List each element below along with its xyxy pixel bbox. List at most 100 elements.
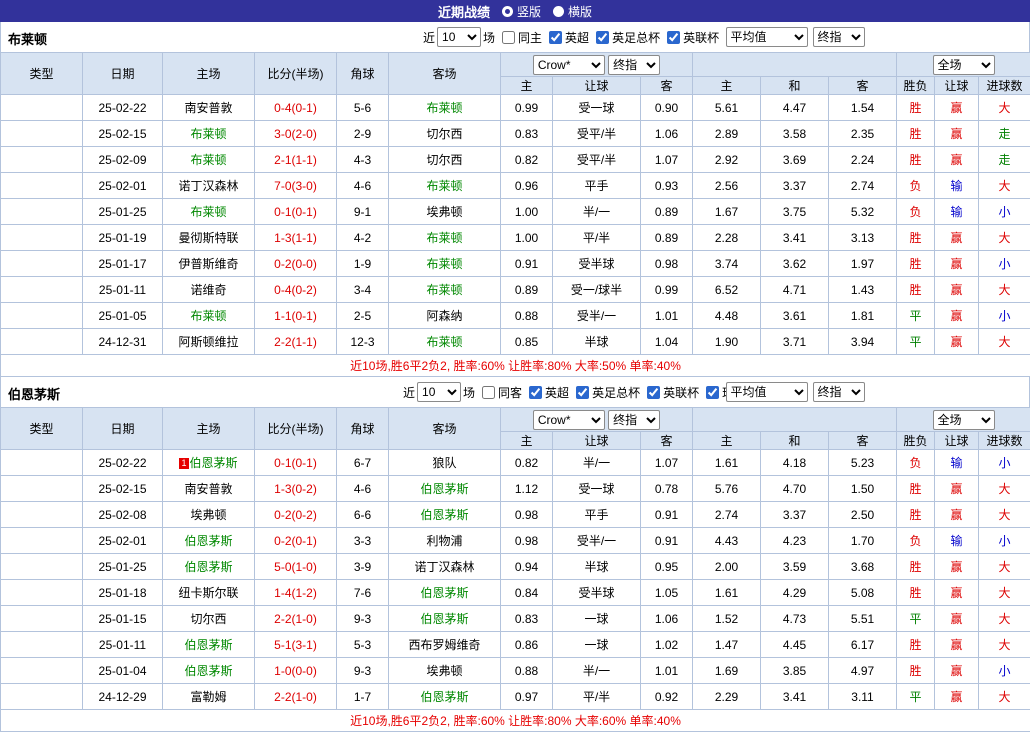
- result-wdl: 负: [896, 198, 936, 225]
- view-option-vertical[interactable]: 竖版: [501, 3, 541, 20]
- crown-home-odds: 0.98: [500, 501, 553, 528]
- average-index-select[interactable]: 终指: [812, 27, 865, 47]
- average-index-select[interactable]: 终指: [812, 382, 865, 402]
- crown-away-odds: 1.05: [640, 579, 693, 606]
- result-wdl: 胜: [896, 501, 936, 528]
- home-team: 切尔西: [162, 605, 255, 632]
- sub-home-odds: 主: [500, 431, 553, 450]
- result-handicap: 赢: [934, 605, 980, 632]
- average-odds-selects: 平均值 终指: [693, 382, 897, 402]
- scope-select[interactable]: 全场: [932, 54, 995, 75]
- match-count-select[interactable]: 10: [437, 27, 482, 47]
- bookmaker-select[interactable]: Crow*: [532, 54, 605, 75]
- avg-draw-odds: 4.45: [760, 631, 829, 658]
- result-goals: 大: [978, 605, 1030, 632]
- summary-row: 近10场,胜6平2负2, 胜率:60% 让胜率:80% 大率:50% 单率:40…: [0, 354, 1030, 377]
- crown-away-odds: 0.90: [640, 94, 693, 121]
- avg-draw-odds: 3.61: [760, 302, 829, 329]
- col-date-header: 日期: [82, 52, 163, 95]
- league-badge: 英超: [0, 475, 83, 502]
- avg-away-odds: 1.70: [827, 527, 898, 554]
- result-goals: 大: [978, 328, 1030, 355]
- home-team: 伯恩茅斯: [162, 553, 255, 580]
- league-badge: 英超: [0, 449, 83, 476]
- crown-handicap: 受平/半: [552, 120, 641, 147]
- league-badge: 英超: [0, 250, 83, 277]
- match-score: 2-1(1-1): [254, 146, 337, 173]
- home-team: 诺维奇: [162, 276, 255, 303]
- horizontal-radio[interactable]: [553, 5, 564, 17]
- league-checkbox-eflcup[interactable]: [667, 30, 681, 44]
- vertical-radio[interactable]: [501, 5, 513, 17]
- crown-handicap: 平/半: [552, 683, 641, 710]
- away-team: 布莱顿: [388, 328, 501, 355]
- sub-avg-draw: 和: [760, 76, 829, 95]
- avg-home-odds: 2.00: [692, 553, 761, 580]
- crown-handicap: 平/半: [552, 224, 641, 251]
- same-venue-checkbox[interactable]: [482, 385, 496, 399]
- match-date: 25-01-15: [82, 605, 163, 632]
- result-handicap: 输: [934, 449, 980, 476]
- avg-home-odds: 1.52: [692, 605, 761, 632]
- match-score: 0-2(0-2): [254, 501, 337, 528]
- match-row: 英超 24-12-29 富勒姆 2-2(1-0) 1-7 伯恩茅斯 0.97 平/半 0.92 2…: [0, 683, 1030, 710]
- same-venue-checkbox[interactable]: [502, 30, 516, 44]
- crown-away-odds: 0.98: [640, 250, 693, 277]
- match-row: 英超 25-02-01 诺丁汉森林 7-0(3-0) 4-6 布莱顿 0.96 平手 0.93 2…: [0, 172, 1030, 199]
- corner-count: 1-7: [336, 683, 389, 710]
- crown-away-odds: 1.06: [640, 605, 693, 632]
- away-team: 埃弗顿: [388, 657, 501, 684]
- crown-away-odds: 1.07: [640, 146, 693, 173]
- league-badge: 英足总杯: [0, 276, 83, 303]
- corner-count: 1-9: [336, 250, 389, 277]
- average-select[interactable]: 平均值: [725, 382, 808, 402]
- crown-handicap: 一球: [552, 631, 641, 658]
- corner-count: 9-3: [336, 605, 389, 632]
- crown-away-odds: 0.89: [640, 224, 693, 251]
- crown-away-odds: 0.99: [640, 276, 693, 303]
- result-wdl: 平: [896, 683, 936, 710]
- scope-select[interactable]: 全场: [932, 409, 995, 430]
- league-checkbox-facup[interactable]: [596, 30, 610, 44]
- away-team: 西布罗姆维奇: [388, 631, 501, 658]
- result-handicap: 赢: [934, 501, 980, 528]
- corner-count: 3-9: [336, 553, 389, 580]
- avg-draw-odds: 3.59: [760, 553, 829, 580]
- league-badge: 英超: [0, 328, 83, 355]
- result-goals: 走: [978, 120, 1030, 147]
- home-team: 布莱顿: [162, 120, 255, 147]
- avg-home-odds: 2.92: [692, 146, 761, 173]
- away-team: 埃弗顿: [388, 198, 501, 225]
- bookmaker-index-select[interactable]: 终指: [608, 54, 661, 75]
- avg-draw-odds: 4.73: [760, 605, 829, 632]
- home-team: 纽卡斯尔联: [162, 579, 255, 606]
- league-checkbox-premier[interactable]: [529, 385, 543, 399]
- vertical-radio-label: 竖版: [516, 4, 541, 19]
- avg-home-odds: 1.69: [692, 657, 761, 684]
- away-team: 伯恩茅斯: [388, 579, 501, 606]
- match-row: 英超 25-01-25 布莱顿 0-1(0-1) 9-1 埃弗顿 1.00 半/一 0.89 1.…: [0, 198, 1030, 225]
- result-wdl: 胜: [896, 657, 936, 684]
- result-goals: 大: [978, 683, 1030, 710]
- corner-count: 4-6: [336, 172, 389, 199]
- avg-home-odds: 6.52: [692, 276, 761, 303]
- view-option-horizontal[interactable]: 横版: [553, 3, 592, 20]
- league-checkbox-facup[interactable]: [576, 385, 590, 399]
- match-score: 2-2(1-1): [254, 328, 337, 355]
- match-count-select[interactable]: 10: [417, 382, 462, 402]
- match-row: 英超 25-02-15 布莱顿 3-0(2-0) 2-9 切尔西 0.83 受平/半 1.06 2…: [0, 120, 1030, 147]
- corner-count: 5-6: [336, 94, 389, 121]
- league-badge: 英超: [0, 527, 83, 554]
- unit-label: 场: [483, 30, 496, 45]
- bookmaker-index-select[interactable]: 终指: [608, 409, 661, 430]
- avg-home-odds: 1.47: [692, 631, 761, 658]
- avg-home-odds: 2.56: [692, 172, 761, 199]
- league-checkbox-premier[interactable]: [549, 30, 563, 44]
- result-goals: 小: [978, 198, 1030, 225]
- avg-away-odds: 3.68: [827, 553, 898, 580]
- league-checkbox-eflcup[interactable]: [647, 385, 661, 399]
- league-badge: 英超: [0, 120, 83, 147]
- bookmaker-select[interactable]: Crow*: [532, 409, 605, 430]
- away-team: 布莱顿: [388, 224, 501, 251]
- average-select[interactable]: 平均值: [725, 27, 808, 47]
